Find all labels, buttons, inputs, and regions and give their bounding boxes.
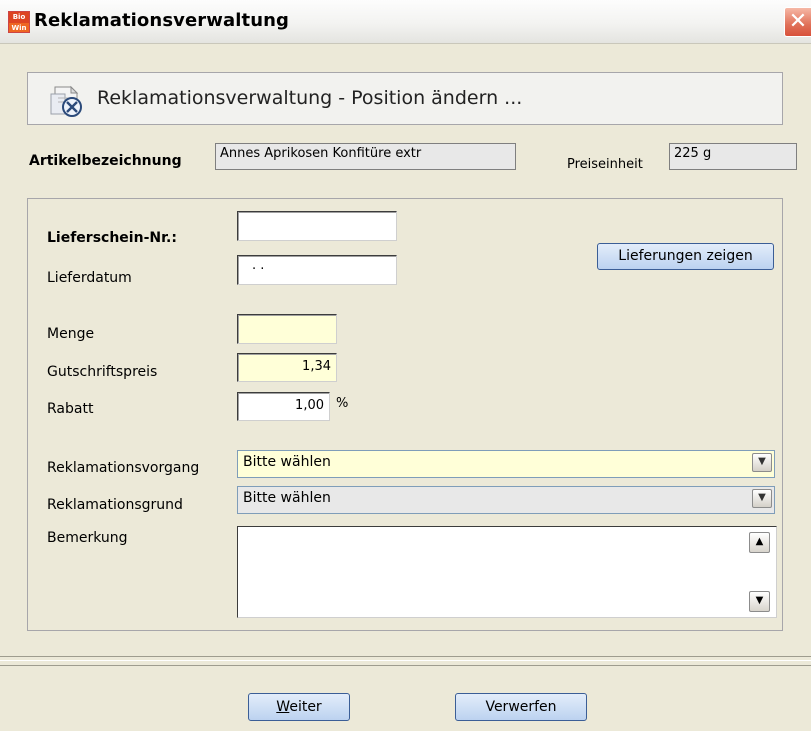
weiter-button[interactable]: Weiter	[248, 693, 350, 721]
header-title: Reklamationsverwaltung - Position ändern…	[97, 87, 523, 109]
chevron-down-icon[interactable]: ▼	[752, 489, 772, 508]
close-button[interactable]: ✕	[784, 7, 811, 37]
rabatt-unit: %	[336, 396, 349, 411]
verwerfen-button[interactable]: Verwerfen	[455, 693, 587, 721]
article-field: Annes Aprikosen Konfitüre extr	[215, 143, 516, 170]
rabatt-input[interactable]: 1,00	[237, 392, 330, 421]
article-label: Artikelbezeichnung	[29, 153, 182, 169]
rabatt-label: Rabatt	[47, 401, 94, 417]
reklamationsgrund-value: Bitte wählen	[243, 490, 331, 506]
chevron-down-icon[interactable]: ▼	[752, 453, 772, 472]
app-icon-bottom-text: Win	[9, 23, 29, 32]
reklamationsvorgang-value: Bitte wählen	[243, 454, 331, 470]
scroll-down-icon[interactable]: ▼	[749, 591, 770, 612]
bemerkung-textarea[interactable]: ▲ ▼	[237, 526, 777, 618]
menge-label: Menge	[47, 326, 95, 342]
reklamationsgrund-label: Reklamationsgrund	[47, 497, 183, 513]
price-unit-field: 225 g	[669, 143, 797, 170]
separator	[0, 656, 811, 657]
lieferschein-label: Lieferschein-Nr.:	[47, 230, 177, 246]
lieferschein-input[interactable]	[237, 211, 397, 241]
lieferdatum-label: Lieferdatum	[47, 270, 132, 286]
app-icon: Bio Win	[8, 11, 30, 33]
lieferungen-zeigen-button[interactable]: Lieferungen zeigen	[597, 243, 774, 270]
app-icon-top-text: Bio	[9, 12, 29, 23]
separator	[0, 665, 811, 666]
document-cancel-icon	[49, 84, 87, 118]
lieferdatum-input[interactable]: . .	[237, 255, 397, 285]
weiter-accelerator: W	[276, 699, 290, 715]
menge-input[interactable]	[237, 314, 337, 344]
window-title: Reklamationsverwaltung	[34, 10, 290, 31]
reklamationsgrund-select[interactable]: Bitte wählen ▼	[237, 486, 775, 514]
bemerkung-label: Bemerkung	[47, 530, 128, 546]
reklamationsvorgang-select[interactable]: Bitte wählen ▼	[237, 450, 775, 478]
close-icon: ✕	[788, 9, 808, 34]
weiter-label: eiter	[289, 699, 322, 715]
reklamationsvorgang-label: Reklamationsvorgang	[47, 460, 200, 476]
price-unit-label: Preiseinheit	[567, 157, 643, 172]
gutschriftspreis-label: Gutschriftspreis	[47, 364, 158, 380]
gutschriftspreis-input[interactable]: 1,34	[237, 353, 337, 382]
separator	[0, 660, 811, 661]
scroll-up-icon[interactable]: ▲	[749, 532, 770, 553]
